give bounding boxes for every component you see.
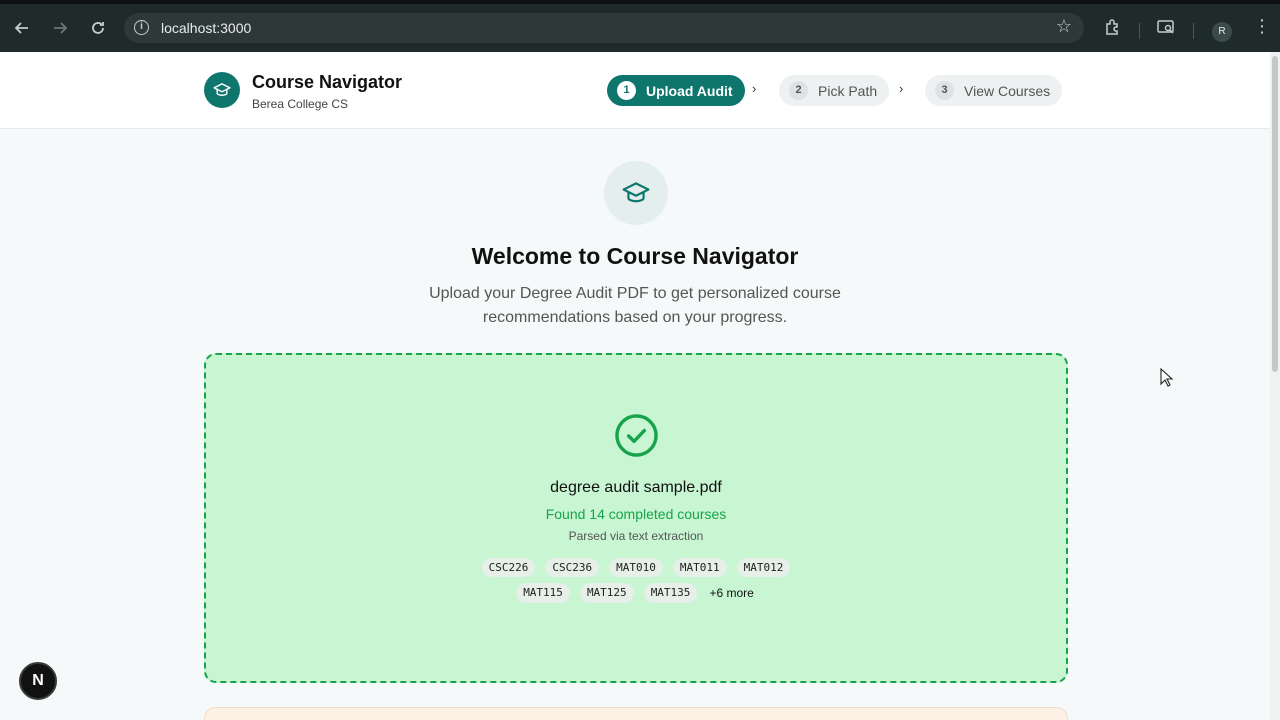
step-pick-path[interactable]: 2 Pick Path	[779, 75, 890, 106]
welcome-heading: Welcome to Course Navigator	[471, 243, 799, 269]
graduation-cap-icon	[204, 72, 240, 108]
page-scrollbar[interactable]	[1270, 52, 1280, 720]
app-subtitle: Berea College CS	[252, 97, 349, 111]
step-number: 1	[617, 81, 636, 100]
bookmark-star-icon[interactable]: ☆	[1056, 16, 1072, 37]
profile-avatar[interactable]: R	[1212, 22, 1232, 42]
course-chip: MAT115	[516, 583, 570, 603]
step-number: 2	[789, 81, 808, 100]
scrollbar-thumb[interactable]	[1272, 56, 1278, 372]
browser-toolbar: i localhost:3000 ☆ R ⋮	[0, 0, 1280, 52]
address-bar[interactable]: i localhost:3000 ☆	[124, 13, 1084, 43]
course-chip: MAT125	[579, 583, 634, 603]
step-number: 3	[935, 81, 954, 100]
tab-search-icon[interactable]	[1157, 18, 1175, 41]
toolbar-divider	[1193, 23, 1194, 39]
back-icon[interactable]	[10, 16, 34, 40]
uploaded-filename: degree audit sample.pdf	[550, 479, 722, 496]
more-courses-count: +6 more	[709, 586, 754, 600]
extensions-icon[interactable]	[1104, 18, 1122, 41]
chevron-right-icon: ›	[752, 81, 757, 96]
welcome-description: Upload your Degree Audit PDF to get pers…	[429, 285, 841, 326]
step-label: Pick Path	[818, 82, 878, 99]
app-title: Course Navigator	[252, 72, 403, 92]
forward-icon[interactable]	[48, 16, 72, 40]
course-chip-row: MAT115 MAT125 MAT135 +6 more	[516, 583, 756, 603]
course-chip: MAT012	[736, 558, 791, 577]
course-chip: CSC226	[481, 558, 536, 577]
course-chip: MAT010	[609, 558, 663, 577]
toolbar-divider	[1139, 23, 1140, 39]
app-page: Course Navigator Berea College CS 1 Uplo…	[0, 52, 1270, 720]
found-courses-text: Found 14 completed courses	[545, 506, 727, 522]
menu-icon[interactable]: ⋮	[1253, 16, 1271, 37]
step-upload-audit[interactable]: 1 Upload Audit	[607, 75, 745, 106]
mouse-cursor-icon	[1160, 368, 1174, 387]
nextjs-dev-badge[interactable]: N	[19, 662, 57, 700]
check-circle-icon	[615, 414, 658, 457]
course-chip: MAT135	[643, 583, 698, 603]
reload-icon[interactable]	[86, 16, 110, 40]
course-chip: CSC236	[545, 558, 600, 577]
app-header: Course Navigator Berea College CS 1 Uplo…	[0, 52, 1270, 129]
step-label: Upload Audit	[646, 82, 733, 99]
url-text[interactable]: localhost:3000	[161, 20, 251, 36]
course-chip-row: CSC226 CSC236 MAT010 MAT011 MAT012	[481, 558, 791, 577]
site-info-icon[interactable]: i	[134, 20, 149, 35]
parse-method-text: Parsed via text extraction	[568, 529, 704, 543]
upload-dropzone[interactable]: degree audit sample.pdf Found 14 complet…	[204, 353, 1068, 683]
course-chip-list: CSC226 CSC236 MAT010 MAT011 MAT012 MAT11…	[206, 558, 1066, 603]
step-label: View Courses	[964, 82, 1051, 99]
course-chip: MAT011	[672, 558, 727, 577]
next-section-card	[204, 707, 1068, 720]
chevron-right-icon: ›	[899, 81, 904, 96]
graduation-cap-icon	[604, 161, 668, 225]
step-view-courses[interactable]: 3 View Courses	[925, 75, 1063, 106]
